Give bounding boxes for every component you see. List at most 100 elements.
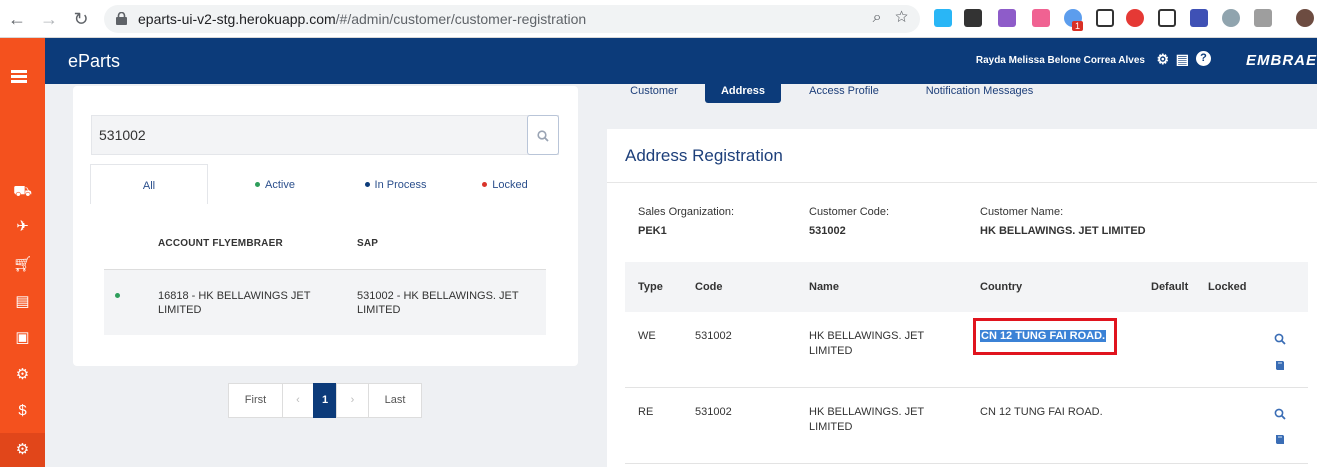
- browser-toolbar: ← → ↻ eparts-ui-v2-stg.herokuapp.com/#/a…: [0, 0, 1317, 38]
- active-status-dot: [115, 293, 120, 298]
- star-icon[interactable]: ☆: [895, 9, 908, 26]
- user-name[interactable]: Rayda Melissa Belone Correa Alves: [976, 55, 1145, 66]
- address-type-cell: WE: [638, 330, 656, 342]
- sales-org-label: Sales Organization:: [638, 206, 734, 218]
- forward-arrow-icon[interactable]: →: [38, 8, 60, 30]
- locked-dot-icon: [482, 182, 488, 187]
- customer-name-value: HK BELLAWINGS. JET LIMITED: [980, 225, 1146, 237]
- page-1-button[interactable]: 1: [313, 383, 337, 418]
- extension-icon-7[interactable]: [1158, 9, 1176, 27]
- address-name-cell: HK BELLAWINGS. JET LIMITED: [809, 330, 924, 357]
- app-header: eParts Rayda Melissa Belone Correa Alves…: [45, 38, 1317, 84]
- column-header-default: Default: [1151, 281, 1189, 293]
- tab-address[interactable]: Address: [705, 81, 781, 103]
- tab-access-profile[interactable]: Access Profile: [800, 81, 888, 103]
- extension-icon-8[interactable]: [1190, 9, 1208, 27]
- book-icon[interactable]: [1274, 359, 1286, 371]
- search-icon: [537, 129, 549, 142]
- tab-notification-messages[interactable]: Notification Messages: [918, 81, 1041, 103]
- extension-icon-6[interactable]: [1126, 9, 1144, 27]
- admin-gears-icon[interactable]: ⚙: [0, 433, 45, 467]
- customer-code-value: 531002: [809, 225, 846, 237]
- status-filter-tabs: All Active In Process Locked: [90, 164, 550, 204]
- address-bar-actions: ⌕ ☆: [873, 9, 908, 27]
- embraer-logo: EMBRAE: [1245, 52, 1317, 69]
- hamburger-menu-icon[interactable]: [11, 70, 27, 85]
- filter-locked[interactable]: Locked: [460, 164, 550, 204]
- side-rail: ⛟ ✈ 🛒︎ ▤ ▣ ⚙ $ ⚙: [0, 38, 45, 467]
- sales-org-value: PEK1: [638, 225, 667, 237]
- url-text: eparts-ui-v2-stg.herokuapp.com/#/admin/c…: [138, 11, 586, 27]
- column-header-type: Type: [638, 281, 663, 293]
- filter-all-label: All: [142, 180, 156, 192]
- page-title: Address Registration: [625, 146, 783, 165]
- reload-icon[interactable]: ↻: [70, 8, 92, 30]
- search-input[interactable]: 531002: [91, 115, 559, 155]
- address-table-header: [625, 262, 1308, 312]
- filter-locked-label: Locked: [492, 179, 528, 191]
- address-code-cell: 531002: [695, 406, 732, 418]
- extension-badge: 1: [1072, 21, 1084, 31]
- gear-exchange-icon[interactable]: ⚙: [0, 358, 45, 392]
- column-header-code: Code: [695, 281, 723, 293]
- airplane-icon[interactable]: ✈: [0, 210, 45, 244]
- address-country-cell: CN 12 TUNG FAI ROAD.: [980, 406, 1103, 418]
- extension-icon-2[interactable]: [998, 9, 1016, 27]
- filter-active[interactable]: Active: [215, 164, 335, 204]
- address-code-cell: 531002: [695, 330, 732, 342]
- column-header-account: ACCOUNT FLYEMBRAER: [158, 238, 283, 249]
- table-row[interactable]: 16818 - HK BELLAWINGS JET LIMITED 531002…: [104, 269, 546, 335]
- search-input-value: 531002: [99, 127, 146, 143]
- in-process-dot-icon: [364, 182, 370, 187]
- customer-code-label: Customer Code:: [809, 206, 890, 218]
- cart-icon[interactable]: 🛒︎: [0, 248, 45, 282]
- app-brand[interactable]: eParts: [68, 51, 120, 72]
- first-page-button[interactable]: First: [228, 383, 283, 418]
- gear-icon[interactable]: ⚙: [1156, 51, 1169, 68]
- prev-page-button[interactable]: ‹: [282, 383, 314, 418]
- account-cell: 16818 - HK BELLAWINGS JET LIMITED: [158, 290, 311, 316]
- address-name-cell: HK BELLAWINGS. JET LIMITED: [809, 406, 924, 433]
- address-bar[interactable]: eparts-ui-v2-stg.herokuapp.com/#/admin/c…: [104, 5, 920, 33]
- profile-avatar[interactable]: [1296, 9, 1314, 27]
- selenium-extension-icon[interactable]: [964, 9, 982, 27]
- sap-cell: 531002 - HK BELLAWINGS. JET LIMITED: [357, 290, 519, 316]
- extension-icon-3[interactable]: [1032, 9, 1050, 27]
- truck-icon[interactable]: ⛟: [0, 175, 45, 209]
- lock-icon: [116, 12, 127, 25]
- url-path: /#/admin/customer/customer-registration: [335, 11, 587, 27]
- row-divider: [625, 463, 1308, 464]
- view-search-icon[interactable]: [1274, 408, 1286, 420]
- extension-icon-5[interactable]: [1096, 9, 1114, 27]
- filter-all[interactable]: All: [90, 164, 208, 204]
- filter-in-process[interactable]: In Process: [333, 164, 458, 204]
- extension-icon-1[interactable]: [934, 9, 952, 27]
- filter-in-process-label: In Process: [374, 179, 427, 191]
- next-page-button[interactable]: ›: [336, 383, 369, 418]
- extension-icon-9[interactable]: [1222, 9, 1240, 27]
- active-dot-icon: [255, 182, 261, 187]
- zoom-icon[interactable]: ⌕: [873, 9, 882, 26]
- view-search-icon[interactable]: [1274, 333, 1286, 345]
- camera-icon[interactable]: [1254, 9, 1272, 27]
- search-button[interactable]: [527, 115, 559, 155]
- tab-customer[interactable]: Customer: [620, 81, 688, 103]
- back-arrow-icon[interactable]: ←: [6, 8, 28, 30]
- dollar-icon[interactable]: $: [0, 394, 45, 428]
- column-header-locked: Locked: [1208, 281, 1247, 293]
- filter-active-label: Active: [265, 179, 295, 191]
- book-icon[interactable]: [1274, 433, 1286, 445]
- document-icon[interactable]: ▤: [1176, 51, 1189, 68]
- column-header-sap: SAP: [357, 238, 379, 249]
- address-type-cell: RE: [638, 406, 654, 418]
- row-divider: [625, 387, 1308, 388]
- title-divider: [607, 182, 1317, 183]
- last-page-button[interactable]: Last: [368, 383, 422, 418]
- help-icon[interactable]: ?: [1196, 51, 1211, 66]
- return-box-icon[interactable]: ▣: [0, 321, 45, 355]
- column-header-name: Name: [809, 281, 839, 293]
- column-header-country: Country: [980, 281, 1023, 293]
- highlight-box: [973, 318, 1117, 355]
- customer-name-label: Customer Name:: [980, 206, 1064, 218]
- document-icon[interactable]: ▤: [0, 285, 45, 319]
